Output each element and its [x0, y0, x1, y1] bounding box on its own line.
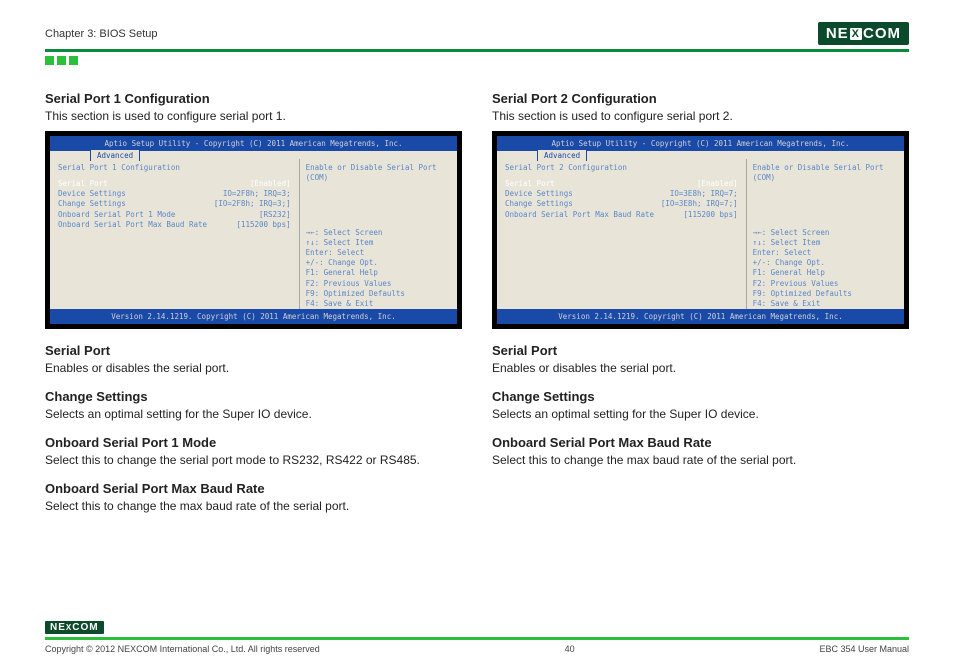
bios-footer: Version 2.14.1219. Copyright (C) 2011 Am…	[50, 309, 457, 324]
bios-screenshot: Aptio Setup Utility - Copyright (C) 2011…	[492, 131, 909, 329]
bios-row: Onboard Serial Port 1 Mode[RS232]	[58, 210, 291, 220]
subsection-desc: Selects an optimal setting for the Super…	[492, 407, 909, 421]
subsection-title: Change Settings	[492, 389, 909, 404]
bios-row: Serial Port[Enabled]	[505, 179, 738, 189]
subsection-title: Onboard Serial Port Max Baud Rate	[492, 435, 909, 450]
footer-logo: NEXCOM	[45, 621, 104, 634]
bios-row: Device SettingsIO=2F8h; IRQ=3;	[58, 189, 291, 199]
subsection-title: Change Settings	[45, 389, 462, 404]
bios-nav: →←: Select Screen↑↓: Select ItemEnter: S…	[306, 228, 451, 319]
bios-heading: Serial Port 2 Configuration	[505, 163, 738, 173]
subsection-desc: Enables or disables the serial port.	[45, 361, 462, 375]
subsection-desc: Select this to change the max baud rate …	[45, 499, 462, 513]
subsection-desc: Select this to change the serial port mo…	[45, 453, 462, 467]
nexcom-logo: NEXCOM	[818, 22, 909, 45]
bios-screenshot: Aptio Setup Utility - Copyright (C) 2011…	[45, 131, 462, 329]
chapter-label: Chapter 3: BIOS Setup	[45, 28, 158, 40]
bios-row: Device SettingsIO=3E8h; IRQ=7;	[505, 189, 738, 199]
footer-page: 40	[565, 644, 575, 654]
bios-row: Change Settings[IO=3E8h; IRQ=7;]	[505, 199, 738, 209]
bios-row: Change Settings[IO=2F8h; IRQ=3;]	[58, 199, 291, 209]
section-desc: This section is used to configure serial…	[492, 109, 909, 123]
subsection-title: Onboard Serial Port Max Baud Rate	[45, 481, 462, 496]
bios-heading: Serial Port 1 Configuration	[58, 163, 291, 173]
bios-help: Enable or Disable Serial Port (COM)	[753, 163, 898, 183]
header-squares	[45, 56, 909, 65]
subsection-desc: Enables or disables the serial port.	[492, 361, 909, 375]
section-title: Serial Port 1 Configuration	[45, 91, 462, 106]
footer-copyright: Copyright © 2012 NEXCOM International Co…	[45, 644, 320, 654]
footer-rule	[45, 637, 909, 640]
subsection-desc: Select this to change the max baud rate …	[492, 453, 909, 467]
section-title: Serial Port 2 Configuration	[492, 91, 909, 106]
bios-footer: Version 2.14.1219. Copyright (C) 2011 Am…	[497, 309, 904, 324]
subsection-title: Serial Port	[492, 343, 909, 358]
bios-tab: Advanced	[537, 149, 587, 161]
footer-doc: EBC 354 User Manual	[819, 644, 909, 654]
subsection-desc: Selects an optimal setting for the Super…	[45, 407, 462, 421]
section-desc: This section is used to configure serial…	[45, 109, 462, 123]
bios-row: Onboard Serial Port Max Baud Rate[115200…	[58, 220, 291, 230]
subsection-title: Onboard Serial Port 1 Mode	[45, 435, 462, 450]
bios-nav: →←: Select Screen↑↓: Select ItemEnter: S…	[753, 228, 898, 319]
subsection-title: Serial Port	[45, 343, 462, 358]
bios-tab: Advanced	[90, 149, 140, 161]
bios-row: Onboard Serial Port Max Baud Rate[115200…	[505, 210, 738, 220]
bios-help: Enable or Disable Serial Port (COM)	[306, 163, 451, 183]
bios-row: Serial Port[Enabled]	[58, 179, 291, 189]
header-rule	[45, 49, 909, 52]
